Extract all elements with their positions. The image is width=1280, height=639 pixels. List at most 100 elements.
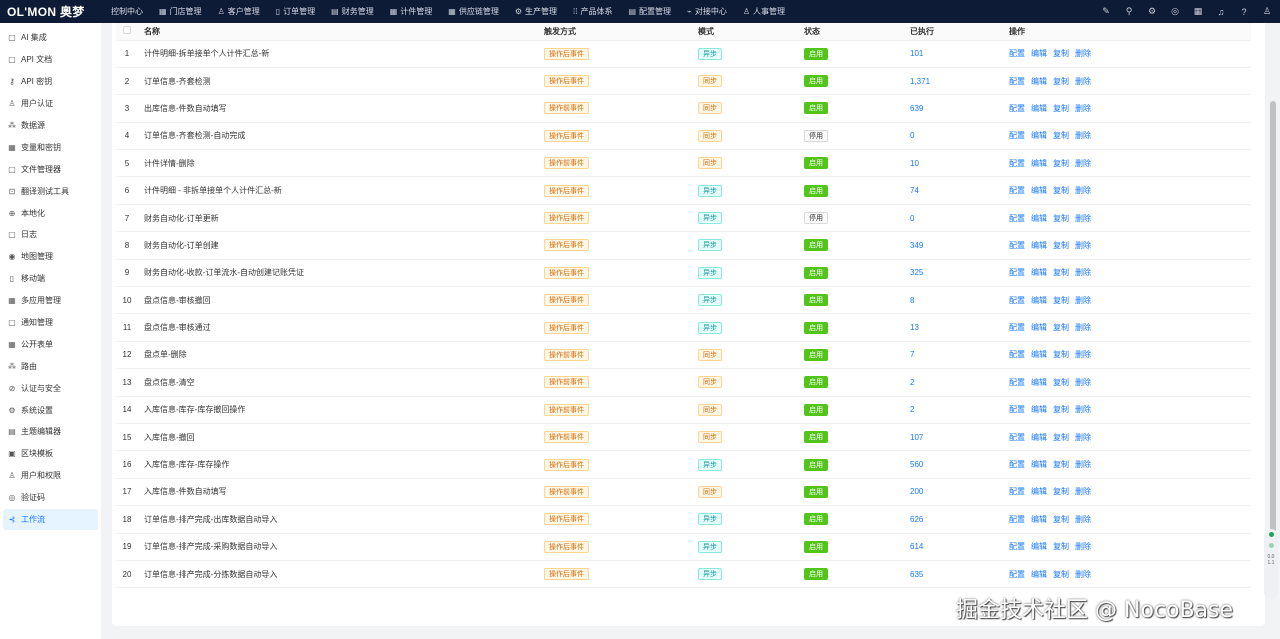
sidebar-item[interactable]: ▦ 多应用管理 <box>3 290 98 312</box>
delete-link[interactable]: 删除 <box>1075 77 1091 86</box>
delete-link[interactable]: 删除 <box>1075 323 1091 332</box>
sidebar-item[interactable]: ◎ 验证码 <box>3 487 98 509</box>
sidebar-item[interactable]: ⚙ 系统设置 <box>3 399 98 421</box>
configure-link[interactable]: 配置 <box>1009 350 1025 359</box>
configure-link[interactable]: 配置 <box>1009 186 1025 195</box>
edit-link[interactable]: 编辑 <box>1031 515 1047 524</box>
app-logo[interactable]: OL'MON 奥梦 <box>0 3 100 20</box>
topnav-item[interactable]: ▦ 门店管理 <box>151 0 210 23</box>
configure-link[interactable]: 配置 <box>1009 104 1025 113</box>
edit-link[interactable]: 编辑 <box>1031 49 1047 58</box>
delete-link[interactable]: 删除 <box>1075 405 1091 414</box>
user-avatar-icon[interactable]: ♙ <box>1262 6 1272 17</box>
sidebar-item[interactable]: ▦ 公开表单 <box>3 333 98 355</box>
sidebar-item[interactable]: ▢ 通知管理 <box>3 312 98 334</box>
grid-icon[interactable]: ▦ <box>1193 6 1203 17</box>
executed-count-link[interactable]: 0 <box>910 131 914 140</box>
check-circle-icon[interactable]: ◎ <box>1170 6 1180 17</box>
brush-icon[interactable]: ✎ <box>1101 6 1111 17</box>
duplicate-link[interactable]: 复制 <box>1053 104 1069 113</box>
duplicate-link[interactable]: 复制 <box>1053 268 1069 277</box>
duplicate-link[interactable]: 复制 <box>1053 49 1069 58</box>
topnav-item[interactable]: ▦ 供应链管理 <box>440 0 507 23</box>
floating-widget[interactable]: 0.0 1.1 <box>1264 529 1278 599</box>
sidebar-item[interactable]: ♙ 用户认证 <box>3 93 98 115</box>
sidebar-item[interactable]: ▦ 变量和密钥 <box>3 136 98 158</box>
executed-count-link[interactable]: 7 <box>910 350 914 359</box>
configure-link[interactable]: 配置 <box>1009 323 1025 332</box>
delete-link[interactable]: 删除 <box>1075 159 1091 168</box>
edit-link[interactable]: 编辑 <box>1031 77 1047 86</box>
executed-count-link[interactable]: 639 <box>910 104 923 113</box>
delete-link[interactable]: 删除 <box>1075 131 1091 140</box>
executed-count-link[interactable]: 1,371 <box>910 77 930 86</box>
edit-link[interactable]: 编辑 <box>1031 159 1047 168</box>
delete-link[interactable]: 删除 <box>1075 104 1091 113</box>
executed-count-link[interactable]: 635 <box>910 570 923 579</box>
topnav-item[interactable]: ▦ 计件管理 <box>382 0 441 23</box>
sidebar-item[interactable]: ▣ 区块模板 <box>3 443 98 465</box>
sidebar-item[interactable]: ♙ 用户和权限 <box>3 465 98 487</box>
delete-link[interactable]: 删除 <box>1075 296 1091 305</box>
executed-count-link[interactable]: 74 <box>910 186 919 195</box>
duplicate-link[interactable]: 复制 <box>1053 323 1069 332</box>
sidebar-item[interactable]: ▢ 日志 <box>3 224 98 246</box>
topnav-item[interactable]: ⌁ 对接中心 <box>679 0 735 23</box>
edit-link[interactable]: 编辑 <box>1031 460 1047 469</box>
delete-link[interactable]: 删除 <box>1075 49 1091 58</box>
topnav-item[interactable]: ⁞⁞ 产品体系 <box>565 0 620 23</box>
executed-count-link[interactable]: 626 <box>910 515 923 524</box>
header-trigger[interactable]: 触发方式 <box>538 23 692 41</box>
sidebar-item[interactable]: ▤ 主题编辑器 <box>3 421 98 443</box>
executed-count-link[interactable]: 13 <box>910 323 919 332</box>
sidebar-item[interactable]: ⁂ 路由 <box>3 355 98 377</box>
executed-count-link[interactable]: 107 <box>910 433 923 442</box>
executed-count-link[interactable]: 200 <box>910 487 923 496</box>
delete-link[interactable]: 删除 <box>1075 515 1091 524</box>
duplicate-link[interactable]: 复制 <box>1053 186 1069 195</box>
duplicate-link[interactable]: 复制 <box>1053 350 1069 359</box>
delete-link[interactable]: 删除 <box>1075 570 1091 579</box>
topnav-item[interactable]: 控制中心 <box>100 0 151 23</box>
edit-link[interactable]: 编辑 <box>1031 214 1047 223</box>
sidebar-item[interactable]: ▢ AI 集成 <box>3 27 98 49</box>
sidebar-item[interactable]: ▯ 移动端 <box>3 268 98 290</box>
topnav-item[interactable]: ▯ 订单管理 <box>268 0 323 23</box>
configure-link[interactable]: 配置 <box>1009 131 1025 140</box>
delete-link[interactable]: 删除 <box>1075 214 1091 223</box>
configure-link[interactable]: 配置 <box>1009 487 1025 496</box>
settings-icon[interactable]: ⚙ <box>1147 6 1157 17</box>
topnav-item[interactable]: ♙ 客户管理 <box>210 0 268 23</box>
edit-link[interactable]: 编辑 <box>1031 186 1047 195</box>
edit-link[interactable]: 编辑 <box>1031 323 1047 332</box>
configure-link[interactable]: 配置 <box>1009 49 1025 58</box>
edit-link[interactable]: 编辑 <box>1031 487 1047 496</box>
configure-link[interactable]: 配置 <box>1009 515 1025 524</box>
header-status[interactable]: 状态 <box>798 23 904 41</box>
configure-link[interactable]: 配置 <box>1009 159 1025 168</box>
edit-link[interactable]: 编辑 <box>1031 378 1047 387</box>
configure-link[interactable]: 配置 <box>1009 378 1025 387</box>
help-icon[interactable]: ? <box>1239 7 1249 17</box>
sidebar-item[interactable]: ⊰ 工作流 <box>3 508 98 531</box>
configure-link[interactable]: 配置 <box>1009 296 1025 305</box>
delete-link[interactable]: 删除 <box>1075 542 1091 551</box>
configure-link[interactable]: 配置 <box>1009 77 1025 86</box>
topnav-item[interactable]: ▤ 财务管理 <box>323 0 382 23</box>
sidebar-item[interactable]: ⊡ 翻译测试工具 <box>3 180 98 202</box>
header-mode[interactable]: 模式 <box>692 23 798 41</box>
configure-link[interactable]: 配置 <box>1009 570 1025 579</box>
duplicate-link[interactable]: 复制 <box>1053 433 1069 442</box>
topnav-item[interactable]: ⚙ 生产管理 <box>507 0 565 23</box>
scrollbar-thumb[interactable] <box>1270 101 1276 553</box>
sidebar-item[interactable]: ▢ API 文档 <box>3 49 98 71</box>
duplicate-link[interactable]: 复制 <box>1053 131 1069 140</box>
edit-link[interactable]: 编辑 <box>1031 241 1047 250</box>
duplicate-link[interactable]: 复制 <box>1053 296 1069 305</box>
executed-count-link[interactable]: 614 <box>910 542 923 551</box>
delete-link[interactable]: 删除 <box>1075 487 1091 496</box>
sidebar-item[interactable]: ▢ 文件管理器 <box>3 158 98 180</box>
configure-link[interactable]: 配置 <box>1009 214 1025 223</box>
bell-icon[interactable]: ♫ <box>1216 7 1226 17</box>
edit-link[interactable]: 编辑 <box>1031 405 1047 414</box>
